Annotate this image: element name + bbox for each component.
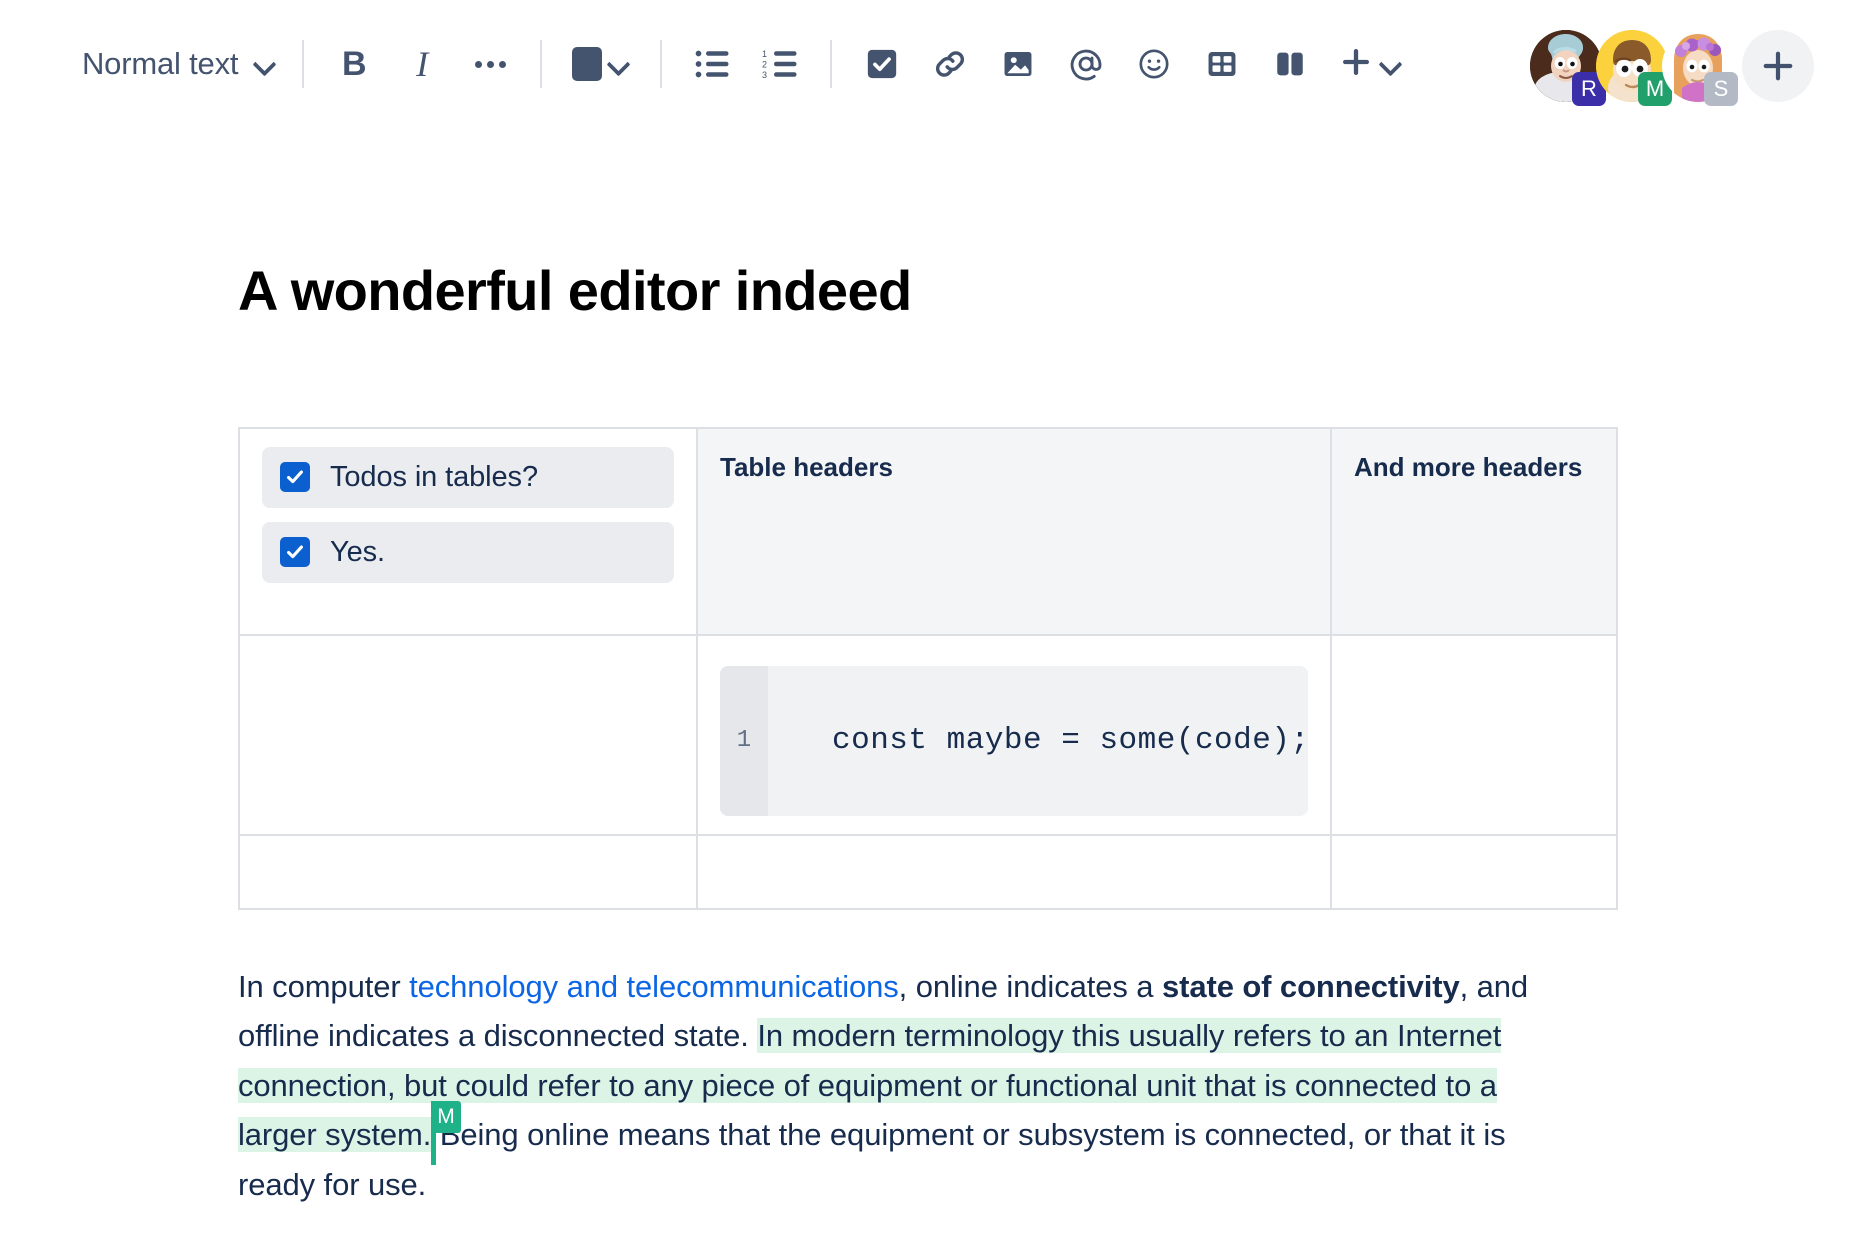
- toolbar-group-color: [558, 41, 644, 87]
- numbered-list-button[interactable]: 1 2 3: [752, 36, 808, 92]
- layout-columns-icon: [1273, 47, 1307, 81]
- toolbar-group-block-type: Normal text: [72, 40, 286, 88]
- table-row: 1 const maybe = some(code);: [238, 633, 1618, 836]
- italic-icon: I: [416, 44, 429, 84]
- table-icon: [1205, 47, 1239, 81]
- svg-text:2: 2: [762, 59, 767, 69]
- table-button[interactable]: [1194, 36, 1250, 92]
- block-type-label: Normal text: [82, 46, 239, 81]
- image-button[interactable]: [990, 36, 1046, 92]
- paragraph-text-lead: In computer: [238, 968, 410, 1004]
- toolbar-divider: [660, 40, 663, 88]
- table-row: Todos in tables? Yes. Table headers And …: [238, 426, 1618, 636]
- insert-more-button[interactable]: [1330, 38, 1408, 91]
- code-block[interactable]: 1 const maybe = some(code);: [720, 665, 1308, 816]
- avatar[interactable]: R: [1530, 30, 1606, 106]
- task-list-icon: [865, 47, 899, 81]
- table-cell-empty[interactable]: [1330, 833, 1618, 910]
- text-color-icon: [572, 47, 603, 81]
- toolbar-divider: [540, 40, 543, 88]
- more-formatting-icon: [474, 60, 506, 68]
- todo-label: Yes.: [330, 535, 385, 568]
- paragraph-bold-text: state of connectivity: [1161, 968, 1460, 1004]
- plus-icon: [1763, 51, 1793, 81]
- mention-button[interactable]: [1058, 36, 1114, 92]
- avatar[interactable]: S: [1662, 30, 1738, 106]
- table-cell-empty[interactable]: [238, 833, 698, 910]
- checkbox-checked-icon[interactable]: [280, 462, 310, 493]
- toolbar-divider: [302, 40, 305, 88]
- numbered-list-icon: 1 2 3: [762, 49, 798, 79]
- avatar[interactable]: M: [1596, 30, 1672, 106]
- bullet-list-icon: [694, 49, 730, 79]
- link-icon: [933, 47, 967, 81]
- toolbar-divider: [830, 40, 833, 88]
- add-collaborator-button[interactable]: [1742, 30, 1814, 102]
- toolbar-group-insert: [848, 36, 1408, 92]
- table-header-cell[interactable]: Table headers: [696, 426, 1332, 636]
- emoji-icon: [1137, 47, 1171, 81]
- table-cell-code[interactable]: 1 const maybe = some(code);: [696, 633, 1332, 836]
- inline-link[interactable]: technology and telecommunications: [409, 969, 899, 1004]
- code-content[interactable]: const maybe = some(code);: [768, 666, 1308, 816]
- table-cell-empty[interactable]: [238, 633, 698, 836]
- bold-button[interactable]: B: [326, 36, 382, 92]
- avatar-badge: S: [1704, 72, 1738, 106]
- checkbox-checked-icon[interactable]: [280, 537, 310, 568]
- bold-icon: B: [342, 44, 367, 83]
- todo-label: Todos in tables?: [330, 460, 538, 493]
- italic-button[interactable]: I: [394, 36, 450, 92]
- link-button[interactable]: [922, 36, 978, 92]
- editor-toolbar: Normal text B I 1 2 3 R M S: [0, 0, 1856, 128]
- chevron-down-icon: [1380, 53, 1402, 75]
- body-paragraph[interactable]: In computer technology and telecommunica…: [238, 962, 1578, 1210]
- emoji-button[interactable]: [1126, 36, 1182, 92]
- table-header-cell[interactable]: And more headers: [1330, 426, 1618, 636]
- mention-icon: [1068, 46, 1104, 82]
- table-cell-empty[interactable]: [696, 833, 1332, 910]
- chevron-down-icon: [254, 53, 276, 75]
- content-table: Todos in tables? Yes. Table headers And …: [238, 426, 1618, 910]
- collab-caret-label: M: [431, 1101, 461, 1134]
- task-list-button[interactable]: [854, 36, 910, 92]
- svg-text:1: 1: [762, 49, 767, 59]
- table-row: [238, 833, 1618, 910]
- code-line-number: 1: [720, 665, 768, 816]
- insert-plus-icon: [1336, 42, 1376, 87]
- image-icon: [1001, 47, 1035, 81]
- layout-columns-button[interactable]: [1262, 36, 1318, 92]
- document-body: A wonderful editor indeed Todos in table…: [0, 260, 1856, 1260]
- toolbar-group-text-format: B I: [320, 36, 524, 92]
- toolbar-group-lists: 1 2 3: [678, 36, 814, 92]
- bullet-list-button[interactable]: [684, 36, 740, 92]
- list-item[interactable]: Yes.: [262, 521, 674, 583]
- paragraph-text-mid: , online indicates a: [898, 968, 1162, 1004]
- svg-text:3: 3: [762, 70, 767, 79]
- block-type-dropdown[interactable]: Normal text: [72, 40, 286, 88]
- text-color-button[interactable]: [564, 41, 638, 87]
- collaborator-avatars: R M S: [1530, 30, 1814, 106]
- page-title[interactable]: A wonderful editor indeed: [238, 260, 1578, 322]
- more-formatting-button[interactable]: [462, 36, 518, 92]
- chevron-down-icon: [608, 53, 630, 75]
- table-cell-todos[interactable]: Todos in tables? Yes.: [238, 426, 698, 636]
- table-cell-empty[interactable]: [1330, 633, 1618, 836]
- list-item[interactable]: Todos in tables?: [262, 446, 674, 508]
